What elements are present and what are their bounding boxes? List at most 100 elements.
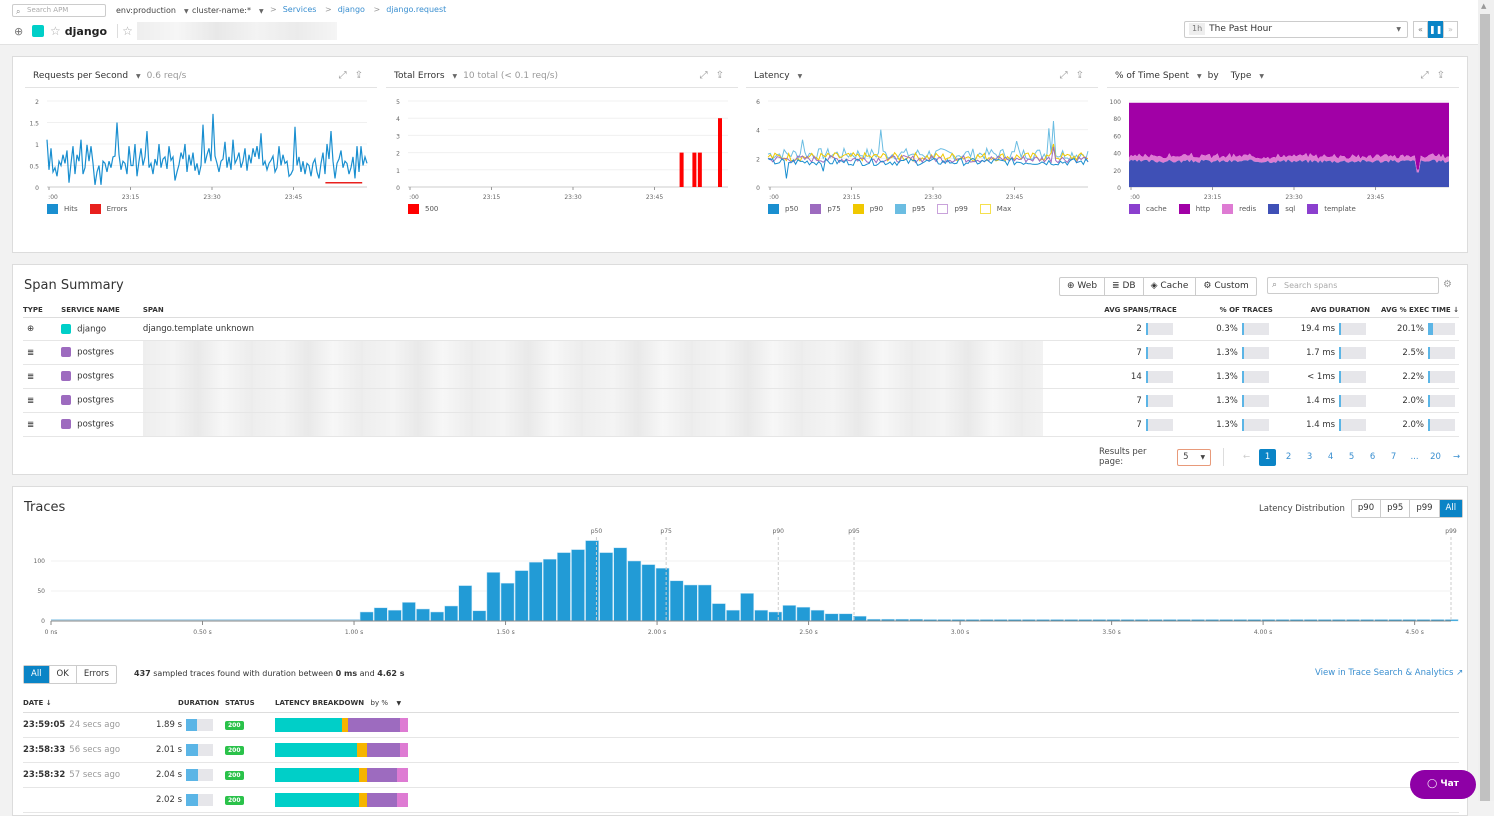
widget-title[interactable]: Requests per Second	[33, 71, 128, 81]
breadcrumb-services[interactable]: Services	[283, 5, 317, 14]
rewind-button[interactable]: «	[1413, 21, 1428, 38]
widget-title[interactable]: Latency	[754, 71, 790, 81]
col-pct-traces[interactable]: % OF TRACES	[1176, 303, 1273, 318]
histogram-bar	[373, 607, 388, 622]
col-avg-duration[interactable]: AVG DURATION	[1272, 303, 1371, 318]
export-icon[interactable]: ⇪	[355, 70, 371, 81]
chevron-down-icon[interactable]: ▼	[1259, 73, 1264, 80]
results-per-page-select[interactable]: 5 ▼	[1177, 448, 1212, 466]
page-7[interactable]: 7	[1383, 452, 1404, 462]
legend-item[interactable]: p75	[810, 204, 841, 214]
service-name[interactable]: postgres	[77, 348, 114, 358]
table-row[interactable]: ⊕ django django.template unknown 2 0.3% 19.4 …	[23, 317, 1459, 341]
prev-page-button[interactable]: ←	[1236, 452, 1257, 462]
col-exec-time[interactable]: AVG % EXEC TIME ↓	[1370, 303, 1459, 318]
chevron-down-icon[interactable]: ▼	[453, 73, 458, 80]
legend-item[interactable]: p50	[768, 204, 798, 214]
chevron-down-icon[interactable]: ▼	[798, 73, 803, 80]
table-row[interactable]: 23:59:05 24 secs ago 1.89 s 200	[23, 712, 1459, 738]
table-row[interactable]: 23:58:33 56 secs ago 2.01 s 200	[23, 737, 1459, 763]
facet-cluster[interactable]: cluster-name:* ▼	[192, 6, 264, 15]
col-status[interactable]: STATUS	[225, 695, 275, 713]
widget-title[interactable]: Total Errors	[394, 71, 445, 81]
view-trace-search-link[interactable]: View in Trace Search & Analytics ↗	[1315, 668, 1463, 678]
legend-item[interactable]: template	[1307, 204, 1356, 214]
search-spans-input[interactable]: ⌕ Search spans	[1267, 277, 1439, 294]
expand-icon[interactable]: ⤢	[1060, 70, 1076, 81]
expand-icon[interactable]: ⤢	[700, 70, 716, 81]
legend-item[interactable]: p95	[895, 204, 925, 214]
col-service[interactable]: SERVICE NAME	[61, 303, 143, 318]
legend-item[interactable]: p90	[852, 204, 883, 214]
export-icon[interactable]: ⇪	[716, 70, 732, 81]
filter-cache-button[interactable]: ◈ Cache	[1144, 278, 1197, 295]
legend-item[interactable]: sql	[1268, 204, 1295, 214]
star-icon[interactable]: ☆	[50, 24, 61, 38]
table-row[interactable]: 23:58:32 57 secs ago 2.04 s 200	[23, 762, 1459, 788]
legend-item[interactable]: 500	[408, 204, 438, 214]
legend-item[interactable]: cache	[1129, 204, 1167, 214]
expand-icon[interactable]: ⤢	[339, 70, 355, 81]
breakdown-mode-select[interactable]: by %	[371, 699, 388, 707]
time-range-select[interactable]: 1h The Past Hour ▼	[1184, 21, 1408, 38]
star-icon[interactable]: ☆	[122, 24, 133, 38]
page-20[interactable]: 20	[1425, 452, 1446, 462]
facet-env[interactable]: env:production ▼	[116, 6, 189, 15]
status-filter-ok[interactable]: OK	[50, 666, 77, 683]
search-apm-input[interactable]: ⌕ Search APM	[12, 4, 106, 17]
page-1[interactable]: 1	[1259, 448, 1277, 466]
col-span[interactable]: SPAN	[142, 303, 1071, 318]
page-6[interactable]: 6	[1362, 452, 1383, 462]
widget-title[interactable]: % of Time Spent	[1115, 71, 1189, 81]
page-5[interactable]: 5	[1341, 452, 1362, 462]
col-date[interactable]: DATE ↓	[23, 695, 153, 713]
chevron-down-icon[interactable]: ▼	[136, 73, 141, 80]
page-4[interactable]: 4	[1320, 452, 1341, 462]
status-filter-all[interactable]: All	[24, 666, 50, 683]
table-row[interactable]: ≣ postgres 7 1.3% 1.4 ms 2.0%	[23, 412, 1459, 437]
table-row[interactable]: ≣ postgres 14 1.3% < 1ms 2.2%	[23, 364, 1459, 389]
status-filter-errors[interactable]: Errors	[77, 666, 116, 683]
service-name[interactable]: postgres	[77, 396, 114, 406]
legend-item[interactable]: Errors	[89, 204, 127, 214]
gear-icon[interactable]: ⚙	[1443, 279, 1452, 290]
next-page-button[interactable]: →	[1446, 452, 1467, 462]
chevron-down-icon[interactable]: ▼	[396, 700, 401, 707]
table-row[interactable]: 2.02 s 200	[23, 787, 1459, 813]
legend-item[interactable]: Hits	[47, 204, 78, 214]
service-name[interactable]: postgres	[77, 420, 114, 430]
chevron-down-icon[interactable]: ▼	[1197, 73, 1202, 80]
col-avg-spans[interactable]: AVG SPANS/TRACE	[1070, 303, 1177, 318]
duration-bar	[186, 793, 213, 806]
col-latency-breakdown[interactable]: LATENCY BREAKDOWN by % ▼	[275, 695, 1459, 713]
x-tick-label: 3.00 s	[951, 629, 969, 636]
filter-custom-button[interactable]: ⚙ Custom	[1196, 278, 1255, 295]
legend-item[interactable]: Max	[979, 204, 1011, 214]
table-row[interactable]: ≣ postgres 7 1.3% 1.7 ms 2.5%	[23, 340, 1459, 365]
chat-button[interactable]: ◯ Чат	[1410, 770, 1476, 799]
col-duration[interactable]: DURATION	[153, 695, 225, 713]
breadcrumb-service[interactable]: django	[338, 5, 365, 14]
scrollbar-thumb[interactable]	[1480, 14, 1490, 801]
filter-web-button[interactable]: ⊕ Web	[1060, 278, 1106, 295]
legend-item[interactable]: http	[1178, 204, 1210, 214]
page-3[interactable]: 3	[1299, 452, 1320, 462]
pause-button[interactable]: ❚❚	[1428, 21, 1443, 38]
scrollbar[interactable]: ▲	[1478, 0, 1494, 801]
forward-button[interactable]: »	[1443, 21, 1458, 38]
page-2[interactable]: 2	[1278, 452, 1299, 462]
col-type[interactable]: TYPE	[23, 303, 62, 318]
export-icon[interactable]: ⇪	[1076, 70, 1092, 81]
filter-db-button[interactable]: ≣ DB	[1105, 278, 1144, 295]
service-name[interactable]: postgres	[77, 372, 114, 382]
table-row[interactable]: ≣ postgres 7 1.3% 1.4 ms 2.0%	[23, 388, 1459, 413]
scroll-up-icon[interactable]: ▲	[1481, 2, 1486, 10]
group-by-select[interactable]: Type	[1231, 71, 1252, 81]
export-icon[interactable]: ⇪	[1437, 70, 1453, 81]
legend-item[interactable]: redis	[1222, 204, 1256, 214]
legend-item[interactable]: p99	[937, 204, 968, 214]
breadcrumb-resource[interactable]: django.request	[386, 5, 446, 14]
span-name[interactable]: django.template unknown	[143, 324, 254, 334]
expand-icon[interactable]: ⤢	[1421, 70, 1437, 81]
service-name[interactable]: django	[77, 324, 106, 334]
